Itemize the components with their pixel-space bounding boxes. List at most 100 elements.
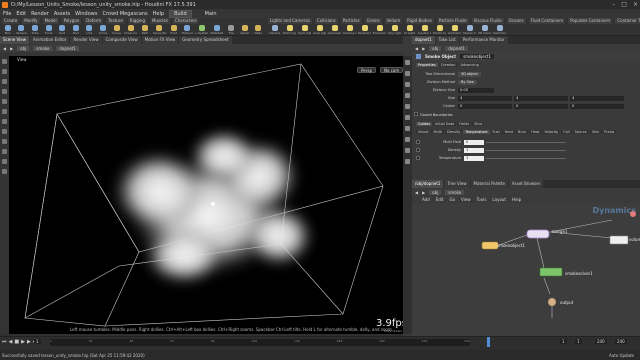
path-dopnet[interactable]: dopnet1 — [445, 45, 468, 51]
tab-dopnet[interactable]: dopnet1 — [412, 36, 435, 44]
field-tab-2[interactable]: Density — [445, 130, 463, 134]
shelf-tool-vr-camera[interactable]: VR Camera — [478, 24, 491, 36]
shelf-tool-spray-paint[interactable]: Spray Paint — [153, 24, 166, 36]
shelf-tool-sphere[interactable]: Sphere — [16, 24, 28, 36]
menu-file[interactable]: File — [3, 11, 11, 17]
pose-tool-icon[interactable] — [2, 109, 7, 114]
display-option-icon[interactable] — [405, 71, 410, 76]
shelf-tool-file[interactable]: File — [225, 24, 237, 36]
rotate-tool-icon[interactable] — [2, 79, 7, 84]
tab-advancing[interactable]: Advancing — [458, 63, 481, 67]
display-option-icon[interactable] — [405, 82, 410, 87]
center-y-field[interactable]: 0 — [514, 103, 568, 109]
closed-boundaries-checkbox[interactable] — [414, 112, 418, 116]
temperature-value[interactable]: 1 — [464, 155, 484, 161]
density-checkbox[interactable] — [416, 148, 420, 152]
shelf-tool-tube[interactable]: Tube — [29, 24, 41, 36]
shelf-tool-line[interactable]: Line — [84, 24, 96, 36]
merge-node[interactable] — [526, 229, 550, 239]
shelf-tool-null[interactable]: Null — [70, 24, 82, 36]
camera-dropdown[interactable]: No cam — [380, 67, 404, 73]
shelf-tool-circle[interactable]: Circle — [97, 24, 109, 36]
density-value[interactable]: 1 — [464, 147, 484, 153]
shelf-tool-draw-curve[interactable]: Draw Curve — [124, 24, 137, 36]
multi-field-checkbox[interactable] — [416, 140, 420, 144]
smokeobject-node[interactable] — [481, 241, 499, 250]
two-dimensional-dropdown[interactable]: 3D object — [458, 71, 481, 77]
shelf-tool-helix[interactable]: Helix — [252, 24, 264, 36]
center-x-field[interactable]: 0 — [458, 103, 512, 109]
view-tool-icon[interactable] — [2, 119, 7, 124]
path-smoke[interactable]: smoke — [33, 45, 53, 51]
shelf-tool-geometry-light[interactable]: Geometry Light — [328, 24, 341, 36]
shelf-tool-stereo-camera[interactable]: Stereo Camera — [463, 24, 476, 36]
display-option-icon[interactable] — [405, 159, 410, 164]
light-icon[interactable] — [2, 169, 7, 174]
division-size-field[interactable]: 0.05 — [458, 87, 494, 93]
start-frame-field[interactable]: 1 — [560, 339, 567, 344]
path-dopnet[interactable]: dopnet1 — [56, 45, 79, 51]
shelf-tool-spiral[interactable]: Spiral — [239, 24, 251, 36]
view-label[interactable]: View — [17, 57, 27, 62]
tab-guides[interactable]: Guides — [416, 122, 433, 126]
3d-viewport[interactable] — [9, 56, 403, 334]
tab-composite-view[interactable]: Composite View — [102, 36, 141, 44]
tab-geometry-spreadsheet[interactable]: Geometry Spreadsheet — [179, 36, 232, 44]
temperature-checkbox[interactable] — [416, 156, 420, 160]
shelf-tool-platonic[interactable]: Platonic — [182, 24, 193, 36]
close-icon[interactable]: × — [633, 1, 638, 8]
menu-help[interactable]: Help — [153, 11, 164, 17]
tab-creation[interactable]: Creation — [438, 63, 458, 67]
desktop-dropdown[interactable]: Main — [205, 11, 217, 17]
menu-crowd-megascans[interactable]: Crowd Megascans — [102, 11, 147, 17]
shelf-tool-box[interactable]: Box — [2, 24, 14, 36]
playhead[interactable] — [487, 337, 490, 347]
tab-scene-view[interactable]: Scene View — [0, 36, 29, 44]
display-option-icon[interactable] — [405, 148, 410, 153]
magnet-icon[interactable] — [2, 129, 7, 134]
maximize-icon[interactable]: □ — [621, 1, 627, 8]
shelf-tool-curve[interactable]: Curve — [111, 24, 123, 36]
shelf-tool-switcher[interactable]: Switcher — [493, 24, 506, 36]
size-x-field[interactable]: 4 — [458, 95, 512, 101]
shelf-tool-volume-light[interactable]: Volume Light — [343, 24, 356, 36]
end-frame-field-2[interactable]: 240 — [615, 339, 627, 344]
camera-icon[interactable] — [2, 159, 7, 164]
tab-animation-editor[interactable]: Animation Editor — [29, 36, 70, 44]
shelf-tool-environment-light[interactable]: Environment Light — [373, 24, 386, 36]
step-back-icon[interactable]: ◀ — [9, 339, 13, 345]
size-y-field[interactable]: 4 — [514, 95, 568, 101]
shelf-tool-l-system[interactable]: L-System — [195, 24, 208, 36]
shelf-tool-area-light[interactable]: Area Light — [313, 24, 326, 36]
field-tab-5[interactable]: Heat — [502, 130, 515, 134]
tab-fields[interactable]: Fields — [457, 122, 472, 126]
shelf-tool-ambient-light[interactable]: Ambient Light — [448, 24, 461, 36]
field-tab-6[interactable]: Burn — [515, 130, 529, 134]
tab-properties[interactable]: Properties — [416, 63, 438, 67]
slider-track[interactable] — [486, 149, 566, 151]
path-obj[interactable]: obj — [429, 45, 442, 51]
forward-arrow-icon[interactable]: ▶ — [422, 46, 425, 51]
snap-icon[interactable] — [2, 139, 7, 144]
display-option-icon[interactable] — [405, 137, 410, 142]
display-option-icon[interactable] — [405, 104, 410, 109]
menu-windows[interactable]: Windows — [75, 11, 97, 17]
shelf-tool-portal-light[interactable]: Portal Light — [433, 24, 446, 36]
tab-motion-fx-view[interactable]: Motion FX View — [141, 36, 179, 44]
start-frame-field-2[interactable]: 1 — [575, 339, 582, 344]
display-option-icon[interactable] — [405, 60, 410, 65]
field-tab-8[interactable]: Velocity — [542, 130, 561, 134]
field-tab-12[interactable]: Pump — [602, 130, 617, 134]
field-tab-1[interactable]: Multi — [431, 130, 445, 134]
shelf-tool-torus[interactable]: Torus — [43, 24, 55, 36]
display-option-icon[interactable] — [405, 93, 410, 98]
field-tab-10[interactable]: Source — [572, 130, 589, 134]
smokesolver-node[interactable] — [539, 267, 563, 277]
shelf-tool-spot-light[interactable]: Spot Light — [298, 24, 311, 36]
build-dropdown[interactable]: Build — [169, 9, 192, 18]
menu-render[interactable]: Render — [31, 11, 49, 17]
move-tool-icon[interactable] — [2, 69, 7, 74]
minimize-icon[interactable]: – — [612, 1, 615, 8]
slider-track[interactable] — [486, 141, 566, 143]
field-tab-4[interactable]: Fuel — [490, 130, 502, 134]
